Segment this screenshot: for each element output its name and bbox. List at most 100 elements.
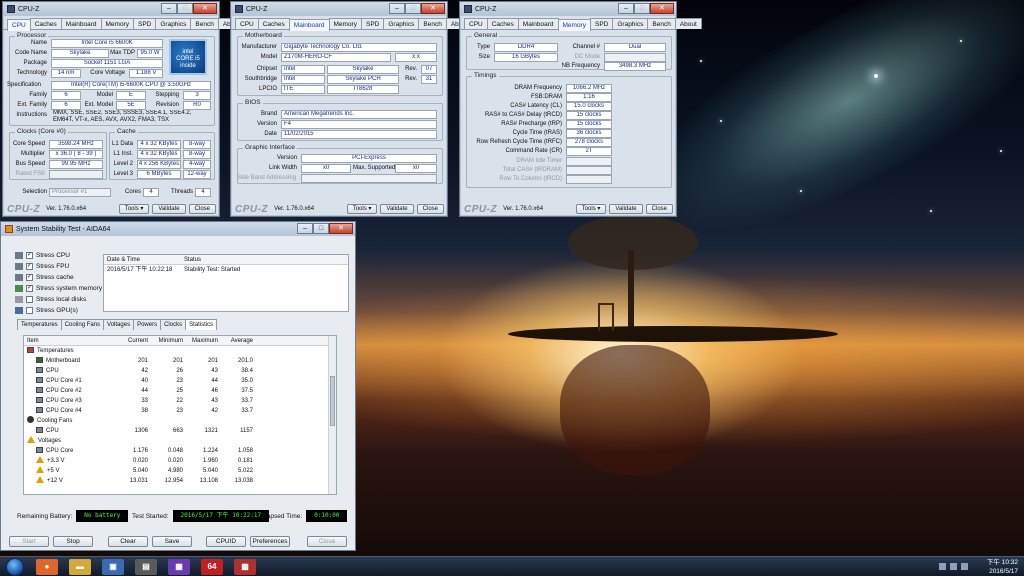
statistics-table[interactable]: Item Current Minimum Maximum Average Tem… <box>23 335 337 495</box>
tab-bench[interactable]: Bench <box>190 18 219 29</box>
preferences-button[interactable]: Preferences <box>250 536 290 547</box>
close-window-button[interactable]: ✕ <box>329 223 353 234</box>
tools-button[interactable]: Tools ▾ <box>575 204 607 214</box>
stress-cpu-checkbox[interactable]: ✓ Stress CPU <box>15 252 70 259</box>
tab-caches[interactable]: Caches <box>257 18 290 29</box>
tab-spd[interactable]: SPD <box>360 18 385 29</box>
titlebar[interactable]: CPU-Z – □ ✕ <box>3 2 219 16</box>
tray-volume-icon[interactable] <box>961 563 968 570</box>
titlebar[interactable]: CPU-Z – □ ✕ <box>460 2 676 16</box>
stop-button[interactable]: Stop <box>53 536 93 547</box>
table-row[interactable]: CPU Core 1.176 0.048 1.224 1.058 <box>24 446 336 456</box>
tools-button[interactable]: Tools ▾ <box>118 204 150 214</box>
minimize-button[interactable]: – <box>618 3 634 14</box>
tab-memory[interactable]: Memory <box>557 19 591 31</box>
table-row[interactable]: +12 V 13.031 12.954 13.108 13.038 <box>24 476 336 486</box>
stress-memory-checkbox[interactable]: ✓ Stress system memory <box>15 285 102 292</box>
cpuz-window-cpu[interactable]: CPU-Z – □ ✕ CPU Caches Mainboard Memory … <box>2 1 245 217</box>
table-row[interactable]: CPU Core #1 40 23 44 35.0 <box>24 376 336 386</box>
minimize-button[interactable]: – <box>389 3 405 14</box>
vertical-scrollbar[interactable] <box>328 336 336 494</box>
clear-button[interactable]: Clear <box>108 536 148 547</box>
tray-flag-icon[interactable] <box>939 563 946 570</box>
tools-button[interactable]: Tools ▾ <box>346 204 378 214</box>
tab-memory[interactable]: Memory <box>328 18 362 29</box>
tab-voltages[interactable]: Voltages <box>103 319 135 330</box>
table-row[interactable]: CPU Core #3 33 22 43 33.7 <box>24 396 336 406</box>
close-button[interactable]: Close <box>645 204 673 214</box>
tab-bench[interactable]: Bench <box>418 18 447 29</box>
maximize-button[interactable]: □ <box>313 223 329 234</box>
close-button[interactable]: Close <box>188 204 216 214</box>
tab-cpu[interactable]: CPU <box>7 19 31 31</box>
tab-graphics[interactable]: Graphics <box>612 18 649 29</box>
validate-button[interactable]: Validate <box>380 204 414 214</box>
tab-bench[interactable]: Bench <box>647 18 676 29</box>
tab-powers[interactable]: Powers <box>133 319 162 330</box>
firefox-icon[interactable]: ● <box>36 559 58 575</box>
save-button[interactable]: Save <box>152 536 192 547</box>
tab-cpu[interactable]: CPU <box>235 18 259 29</box>
validate-button[interactable]: Validate <box>152 204 186 214</box>
maximize-button[interactable]: □ <box>405 3 421 14</box>
tab-about[interactable]: About <box>674 18 702 29</box>
titlebar[interactable]: CPU-Z – □ ✕ <box>231 2 447 16</box>
tab-caches[interactable]: Caches <box>486 18 519 29</box>
minimize-button[interactable]: – <box>297 223 313 234</box>
cpuz-window-mainboard[interactable]: CPU-Z – □ ✕ CPU Caches Mainboard Memory … <box>230 1 473 217</box>
tab-graphics[interactable]: Graphics <box>383 18 420 29</box>
validate-button[interactable]: Validate <box>609 204 643 214</box>
cpuid-button[interactable]: CPUID <box>206 536 246 547</box>
tab-cpu[interactable]: CPU <box>464 18 488 29</box>
aida64-stability-window[interactable]: System Stability Test - AIDA64 – □ ✕ ✓ St… <box>0 221 356 551</box>
close-window-button[interactable]: ✕ <box>193 3 217 14</box>
table-section-row[interactable]: Cooling Fans <box>24 416 336 426</box>
stress-disks-checkbox[interactable]: Stress local disks <box>15 296 86 303</box>
maximize-button[interactable]: □ <box>177 3 193 14</box>
table-section-row[interactable]: Voltages <box>24 436 336 446</box>
table-row[interactable]: CPU Core #2 44 25 46 37.5 <box>24 386 336 396</box>
start-button[interactable] <box>6 558 24 576</box>
table-row[interactable]: CPU Core #4 38 23 42 33.7 <box>24 406 336 416</box>
scrollbar-thumb[interactable] <box>330 376 335 426</box>
tab-spd[interactable]: SPD <box>589 18 614 29</box>
close-window-button[interactable]: ✕ <box>650 3 674 14</box>
table-row[interactable]: CPU 42 26 43 38.4 <box>24 366 336 376</box>
table-section-row[interactable]: Temperatures <box>24 346 336 356</box>
close-button[interactable]: Close <box>416 204 444 214</box>
minimize-button[interactable]: – <box>161 3 177 14</box>
tab-cooling-fans[interactable]: Cooling Fans <box>60 319 105 330</box>
app-icon[interactable]: ▩ <box>234 559 256 575</box>
table-row[interactable]: Motherboard 201 201 201 201.0 <box>24 356 336 366</box>
stress-gpu-checkbox[interactable]: Stress GPU(s) <box>15 307 78 314</box>
tab-mainboard[interactable]: Mainboard <box>517 18 559 29</box>
system-clock[interactable]: 下午 10:32 2016/5/17 <box>987 558 1018 576</box>
close-button[interactable]: Close <box>307 536 347 547</box>
explorer-icon[interactable]: ▬ <box>69 559 91 575</box>
table-row[interactable]: +5 V 5.040 4.980 5.040 5.022 <box>24 466 336 476</box>
start-button[interactable]: Start <box>9 536 49 547</box>
maximize-button[interactable]: □ <box>634 3 650 14</box>
tab-memory[interactable]: Memory <box>100 18 134 29</box>
tray-network-icon[interactable] <box>950 563 957 570</box>
network-icon[interactable]: ▣ <box>102 559 124 575</box>
stress-fpu-checkbox[interactable]: ✓ Stress FPU <box>15 263 69 270</box>
tab-graphics[interactable]: Graphics <box>155 18 192 29</box>
table-row[interactable]: CPU 1306 663 1321 1157 <box>24 426 336 436</box>
close-window-button[interactable]: ✕ <box>421 3 445 14</box>
table-row[interactable]: +3.3 V 0.020 0.020 1.960 0.181 <box>24 456 336 466</box>
cpuz-taskbar-icon[interactable]: ▤ <box>135 559 157 575</box>
cpuz-window-memory[interactable]: CPU-Z – □ ✕ CPU Caches Mainboard Memory … <box>459 1 702 217</box>
tab-mainboard[interactable]: Mainboard <box>288 19 330 31</box>
processor-select[interactable]: Processor #1 <box>49 188 111 197</box>
tab-statistics[interactable]: Statistics <box>185 319 218 330</box>
tab-caches[interactable]: Caches <box>29 18 62 29</box>
titlebar[interactable]: System Stability Test - AIDA64 – □ ✕ <box>1 222 355 236</box>
tab-clocks[interactable]: Clocks <box>160 319 187 330</box>
event-log[interactable]: Date & Time Status 2016/5/17 下午 10:22:18… <box>103 254 349 312</box>
aida64-taskbar-icon[interactable]: 64 <box>201 559 223 575</box>
stress-cache-checkbox[interactable]: ✓ Stress cache <box>15 274 74 281</box>
tab-spd[interactable]: SPD <box>132 18 157 29</box>
tab-temperatures[interactable]: Temperatures <box>17 319 62 330</box>
tab-mainboard[interactable]: Mainboard <box>60 18 102 29</box>
